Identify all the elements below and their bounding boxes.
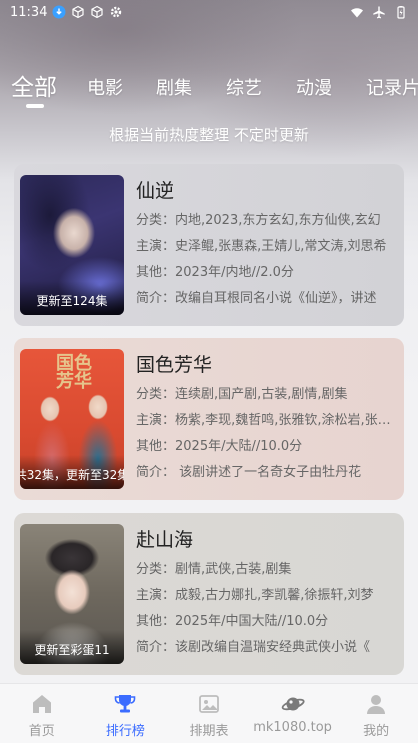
nav-home-label: 首页: [28, 724, 55, 739]
ranking-card[interactable]: 更新至124集 仙逆 分类：内地,2023,东方玄幻,东方仙侠,玄幻 主演：史泽…: [14, 164, 404, 326]
nav-ranking-label: 排行榜: [105, 724, 145, 739]
home-icon: [30, 692, 54, 716]
nav-mine[interactable]: 我的: [334, 684, 418, 743]
card-cast: 主演：成毅,古力娜扎,李凯馨,徐振轩,刘梦: [136, 588, 374, 603]
calendar-image-icon: [197, 692, 221, 716]
card-info: 仙逆 分类：内地,2023,东方玄幻,东方仙侠,玄幻 主演：史泽鲲,张惠森,王婧…: [136, 176, 398, 312]
tab-variety[interactable]: 综艺: [226, 74, 262, 100]
cube-icon: [71, 5, 85, 19]
active-tab-indicator: [26, 104, 44, 108]
tab-all[interactable]: 全部: [11, 70, 57, 102]
card-cast: 主演：杨紫,李现,魏哲鸣,张雅钦,涂松岩,张晓谦: [136, 413, 398, 428]
poster-episode-caption: 更新至124集: [20, 281, 124, 315]
status-time: 11:34: [10, 4, 48, 20]
card-summary: 简介：改编自耳根同名小说《仙逆》，讲述: [136, 291, 377, 306]
poster-image[interactable]: 国色芳华 共32集，更新至32集: [20, 349, 124, 489]
nav-ranking[interactable]: 排行榜: [84, 684, 168, 743]
card-title: 国色芳华: [136, 354, 213, 376]
category-tabs: 全部 电影 剧集 综艺 动漫 记录片: [0, 70, 418, 110]
status-right: [350, 5, 408, 19]
poster-image[interactable]: 更新至彩蛋11: [20, 524, 124, 664]
card-title: 赴山海: [136, 529, 194, 551]
card-other: 其他：2025年/大陆//10.0分: [136, 439, 303, 454]
battery-icon: [394, 5, 408, 19]
airplane-icon: [372, 5, 386, 19]
card-info: 国色芳华 分类：连续剧,国产剧,古装,剧情,剧集 主演：杨紫,李现,魏哲鸣,张雅…: [136, 350, 398, 486]
tab-anime[interactable]: 动漫: [296, 74, 332, 100]
bottom-navigation: 首页 排行榜 排期表 mk1080.top 我的: [0, 683, 418, 743]
card-category: 分类：连续剧,国产剧,古装,剧情,剧集: [136, 387, 348, 402]
settings-icon: [109, 5, 123, 19]
nav-home[interactable]: 首页: [0, 684, 84, 743]
tab-series[interactable]: 剧集: [156, 74, 192, 100]
status-left: 11:34: [10, 5, 123, 20]
tab-movies[interactable]: 电影: [87, 74, 123, 100]
poster-episode-caption: 更新至彩蛋11: [20, 630, 124, 664]
card-summary: 简介：该剧改编自温瑞安经典武侠小说《: [136, 640, 371, 655]
card-title: 仙逆: [136, 180, 175, 202]
poster-logo-text: 国色芳华: [56, 353, 92, 392]
card-info: 赴山海 分类：剧情,武侠,古装,剧集 主演：成毅,古力娜扎,李凯馨,徐振轩,刘梦…: [136, 525, 398, 661]
planet-icon: [281, 692, 305, 716]
poster-episode-caption: 共32集，更新至32集: [20, 455, 124, 489]
wifi-icon: [350, 5, 364, 19]
cube-outline-icon: [90, 5, 104, 19]
ranking-subtitle: 根据当前热度整理 不定时更新: [109, 126, 309, 144]
card-other: 其他：2025年/中国大陆//10.0分: [136, 614, 329, 629]
card-summary: 简介： 该剧讲述了一名奇女子由牡丹花: [136, 465, 362, 480]
nav-site-label: mk1080.top: [253, 720, 332, 735]
user-icon: [364, 692, 388, 716]
nav-schedule-label: 排期表: [189, 724, 229, 739]
card-category: 分类：内地,2023,东方玄幻,东方仙侠,玄幻: [136, 213, 381, 228]
ranking-card[interactable]: 国色芳华 共32集，更新至32集 国色芳华 分类：连续剧,国产剧,古装,剧情,剧…: [14, 338, 404, 500]
nav-site[interactable]: mk1080.top: [251, 684, 335, 743]
card-category: 分类：剧情,武侠,古装,剧集: [136, 562, 292, 577]
card-cast: 主演：史泽鲲,张惠森,王婧儿,常文涛,刘思希: [136, 239, 387, 254]
trophy-icon: [113, 692, 137, 716]
status-bar: 11:34: [0, 0, 418, 24]
nav-schedule[interactable]: 排期表: [167, 684, 251, 743]
card-other: 其他：2023年/内地//2.0分: [136, 265, 294, 280]
download-icon: [52, 5, 66, 19]
tab-documentary[interactable]: 记录片: [366, 74, 418, 100]
ranking-card[interactable]: 更新至彩蛋11 赴山海 分类：剧情,武侠,古装,剧集 主演：成毅,古力娜扎,李凯…: [14, 513, 404, 675]
poster-image[interactable]: 更新至124集: [20, 175, 124, 315]
nav-mine-label: 我的: [363, 724, 390, 739]
